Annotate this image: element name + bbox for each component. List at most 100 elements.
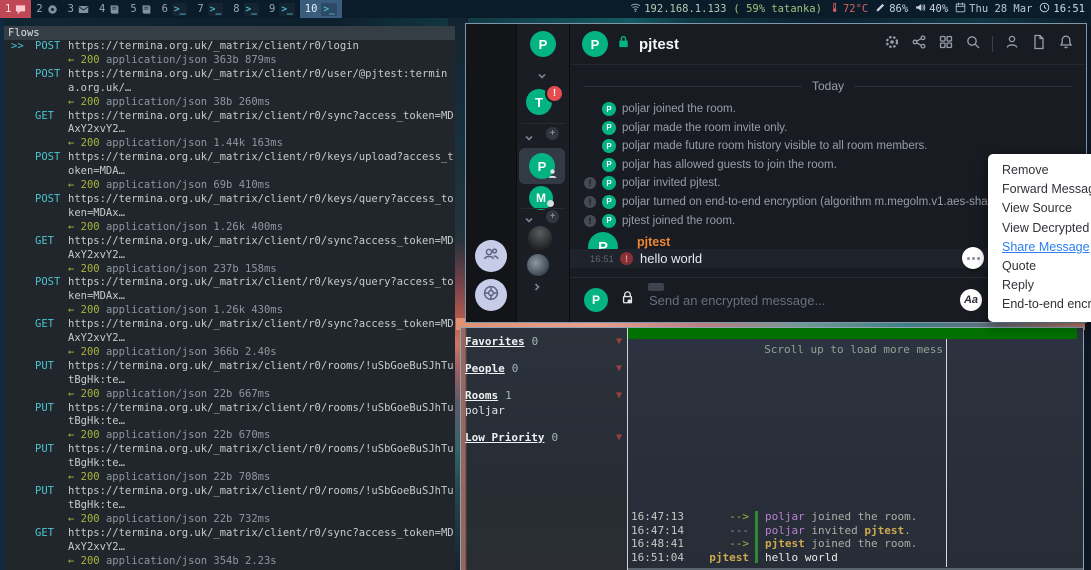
response-line: ← 200 application/json 1.26k 430ms bbox=[68, 304, 455, 318]
status-code: ← 200 bbox=[68, 221, 106, 233]
menu-item-quote[interactable]: Quote bbox=[1002, 257, 1091, 276]
flow-row[interactable]: POSThttps://termina.org.uk/_matrix/clien… bbox=[4, 193, 455, 235]
workspace-4[interactable]: 4 bbox=[94, 0, 125, 18]
request-url: https://termina.org.uk/_matrix/client/r0… bbox=[68, 193, 455, 221]
workspace-2[interactable]: 2 bbox=[31, 0, 62, 18]
timeline-event: Ppoljar joined the room. bbox=[584, 102, 1086, 116]
room-avatar[interactable]: P bbox=[582, 31, 608, 57]
request-url: https://termina.org.uk/_matrix/client/r0… bbox=[68, 527, 455, 555]
community-button[interactable] bbox=[475, 240, 507, 272]
chevron-right-icon[interactable] bbox=[529, 282, 547, 292]
workspace-1[interactable]: 1 bbox=[0, 0, 31, 18]
event-warning-icon: ! bbox=[584, 215, 596, 227]
status-code: ← 200 bbox=[68, 54, 106, 66]
menu-item-end-to-end-encry[interactable]: End-to-end encry bbox=[1002, 295, 1091, 314]
prefix: --> bbox=[689, 537, 749, 551]
response-line: ← 200 application/json 38b 260ms bbox=[68, 96, 455, 110]
chevron-down-icon[interactable] bbox=[524, 130, 534, 148]
add-room-button[interactable]: + bbox=[546, 127, 559, 140]
flow-row[interactable]: PUThttps://termina.org.uk/_matrix/client… bbox=[4, 402, 455, 444]
collapse-arrow-icon: ▼ bbox=[616, 362, 622, 376]
notifications-icon[interactable] bbox=[1058, 34, 1074, 55]
http-method: GET bbox=[35, 110, 54, 124]
flow-row[interactable]: GET https://termina.org.uk/_matrix/client… bbox=[4, 110, 455, 152]
event-text: poljar made the room invite only. bbox=[622, 122, 787, 134]
status-dot bbox=[547, 200, 554, 207]
pane-divider[interactable] bbox=[946, 339, 947, 567]
members-icon[interactable] bbox=[1004, 34, 1020, 55]
status-code: ← 200 bbox=[68, 96, 106, 108]
menu-item-remove[interactable]: Remove bbox=[1002, 161, 1091, 180]
section-header[interactable]: Favorites0▼ bbox=[465, 335, 627, 349]
apps-grid-icon[interactable] bbox=[938, 34, 954, 55]
section-name: Low Priority bbox=[465, 431, 544, 444]
settings-icon[interactable] bbox=[884, 34, 900, 55]
response-line: ← 200 application/json 354b 2.23s bbox=[68, 555, 455, 569]
request-url: https://termina.org.uk/_matrix/client/r0… bbox=[68, 110, 455, 138]
workspace-label: 7 bbox=[197, 3, 203, 15]
workspace-7[interactable]: 7>_ bbox=[192, 0, 228, 18]
menu-item-view-decrypted-s[interactable]: View Decrypted S bbox=[1002, 219, 1091, 238]
workspace-9[interactable]: 9>_ bbox=[264, 0, 300, 18]
avatar: P bbox=[602, 158, 616, 172]
response-meta: application/json 1.44k 163ms bbox=[106, 137, 283, 149]
chat-icon bbox=[15, 4, 26, 15]
menu-item-view-source[interactable]: View Source bbox=[1002, 199, 1091, 218]
message-options-button[interactable] bbox=[962, 247, 984, 269]
flow-row[interactable]: >>POSThttps://termina.org.uk/_matrix/cli… bbox=[4, 40, 455, 68]
section-header[interactable]: Low Priority0▼ bbox=[465, 431, 627, 445]
room-avatar-image[interactable] bbox=[528, 226, 552, 250]
status-code: ← 200 bbox=[68, 555, 106, 567]
segment: poljar bbox=[765, 510, 805, 523]
chevron-down-icon[interactable] bbox=[537, 68, 547, 86]
workspace-5[interactable]: 5 bbox=[125, 0, 156, 18]
response-line: ← 200 application/json 363b 879ms bbox=[68, 54, 455, 68]
menu-item-reply[interactable]: Reply bbox=[1002, 276, 1091, 295]
room-list-panel: P T ! + P M + bbox=[517, 24, 570, 322]
explore-button[interactable] bbox=[475, 279, 507, 311]
prefix: --> bbox=[689, 510, 749, 524]
menu-item-forward-message[interactable]: Forward Message bbox=[1002, 180, 1091, 199]
flow-list: >>POSThttps://termina.org.uk/_matrix/cli… bbox=[4, 40, 455, 568]
search-icon[interactable] bbox=[965, 34, 981, 55]
menu-item-share-message[interactable]: Share Message bbox=[1002, 238, 1091, 257]
room-item[interactable]: poljar bbox=[465, 404, 627, 418]
flow-row[interactable]: PUThttps://termina.org.uk/_matrix/client… bbox=[4, 360, 455, 402]
status-code: ← 200 bbox=[68, 179, 106, 191]
request-url: https://termina.org.uk/_matrix/client/r0… bbox=[68, 276, 455, 304]
event-warning-icon: ! bbox=[584, 177, 596, 189]
flow-row[interactable]: POSThttps://termina.org.uk/_matrix/clien… bbox=[4, 276, 455, 318]
workspace-8[interactable]: 8>_ bbox=[228, 0, 264, 18]
file-icon[interactable] bbox=[1031, 34, 1047, 55]
flow-row[interactable]: PUThttps://termina.org.uk/_matrix/client… bbox=[4, 485, 455, 527]
flow-row[interactable]: GEThttps://termina.org.uk/_matrix/client… bbox=[4, 235, 455, 277]
section-count: 0 bbox=[512, 362, 519, 375]
workspace-3[interactable]: 3 bbox=[63, 0, 94, 18]
add-room-button[interactable]: + bbox=[546, 210, 559, 223]
workspace-10[interactable]: 10>_ bbox=[300, 0, 342, 18]
divider bbox=[992, 36, 993, 52]
flow-row[interactable]: POSThttps://termina.org.uk/_matrix/clien… bbox=[4, 151, 455, 193]
section-header[interactable]: Rooms1▼ bbox=[465, 389, 627, 403]
date-status: Thu 28 Mar bbox=[955, 2, 1032, 16]
section-header[interactable]: People0▼ bbox=[465, 362, 627, 376]
timestamp: 16:48:41 bbox=[631, 537, 689, 551]
response-meta: application/json 22b 732ms bbox=[106, 513, 270, 525]
message: poljar joined the room. bbox=[765, 510, 917, 524]
flow-row[interactable]: POSThttps://termina.org.uk/_matrix/clien… bbox=[4, 68, 455, 110]
request-url: https://termina.org.uk/_matrix/client/r0… bbox=[68, 151, 455, 179]
dm-person-icon bbox=[547, 166, 558, 184]
formatting-button[interactable]: Aa bbox=[960, 289, 982, 311]
response-meta: application/json 1.26k 400ms bbox=[106, 221, 283, 233]
share-icon[interactable] bbox=[911, 34, 927, 55]
segment: joined the room. bbox=[805, 510, 918, 523]
collapse-arrow-icon: ▼ bbox=[616, 335, 622, 349]
flow-row[interactable]: PUThttps://termina.org.uk/_matrix/client… bbox=[4, 443, 455, 485]
user-avatar[interactable]: P bbox=[530, 31, 556, 57]
workspace-6[interactable]: 6>_ bbox=[157, 0, 193, 18]
flow-row[interactable]: GEThttps://termina.org.uk/_matrix/client… bbox=[4, 318, 455, 360]
status-code: ← 200 bbox=[68, 304, 106, 316]
room-header: P pjtest bbox=[570, 24, 1086, 65]
flow-row[interactable]: GEThttps://termina.org.uk/_matrix/client… bbox=[4, 527, 455, 569]
room-avatar-image[interactable] bbox=[527, 254, 549, 276]
